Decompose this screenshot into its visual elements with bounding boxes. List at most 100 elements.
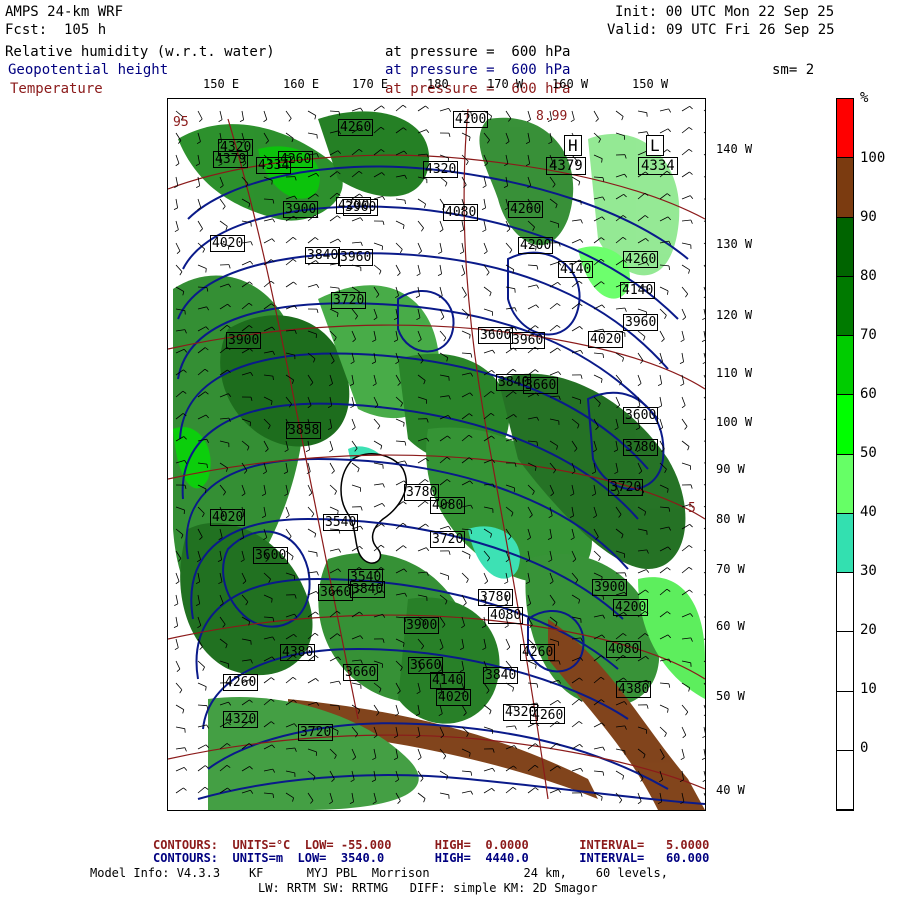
colorbar-tick: 10 — [860, 681, 877, 697]
colorbar-segment — [837, 632, 853, 692]
lon-label-right: 110 W — [716, 366, 753, 380]
height-label: 3780 — [404, 484, 440, 501]
map-panel: 4260 4320 4200 4379 4334 4260 4320 4200 4080 4260… — [167, 98, 706, 811]
temp-label: 95 — [173, 115, 189, 130]
field-rh-title: Relative humidity (w.r.t. water) — [5, 44, 275, 60]
low-symbol: L — [646, 135, 664, 156]
height-label: 4320 — [223, 711, 259, 728]
lon-label-top: 170 W — [487, 77, 524, 91]
height-label: 3960 — [623, 314, 659, 331]
height-label: 3900 — [226, 332, 262, 349]
field-rh-level: at pressure = 600 hPa — [385, 44, 571, 60]
colorbar-segment — [837, 217, 853, 277]
colorbar-segment — [837, 691, 853, 751]
model-title: AMPS 24-km WRF — [5, 4, 124, 20]
height-label: 3720 — [608, 479, 644, 496]
colorbar-segment — [837, 513, 853, 573]
height-label: 3960 — [510, 332, 546, 349]
colorbar-tick: 20 — [860, 622, 877, 638]
lon-label-top: 180 — [427, 77, 449, 91]
height-label: 4200 — [613, 599, 649, 616]
wind-barb-flag — [205, 268, 207, 273]
height-label: 3780 — [623, 439, 659, 456]
colorbar-segment — [837, 336, 853, 396]
lon-label-right: 90 W — [716, 462, 745, 476]
lon-label-right: 80 W — [716, 512, 745, 526]
height-label: 3780 — [478, 589, 514, 606]
height-label: 3660 — [318, 584, 354, 601]
colorbar — [836, 98, 854, 811]
height-label: 3960 — [343, 199, 379, 216]
height-label: 4260 — [338, 119, 374, 136]
height-label: 3840 — [305, 247, 341, 264]
height-label: 3600 — [623, 407, 659, 424]
height-label: 4020 — [588, 331, 624, 348]
colorbar-tick: 50 — [860, 445, 877, 461]
lon-label-right: 70 W — [716, 562, 745, 576]
height-label: 4200 — [518, 237, 554, 254]
colorbar-unit: % — [860, 90, 869, 106]
lon-label-top: 160 E — [283, 77, 320, 91]
height-label: 3720 — [430, 531, 466, 548]
height-label: 4080 — [488, 607, 524, 624]
height-label: 4080 — [443, 204, 479, 221]
height-label: 4260 — [520, 644, 556, 661]
lon-label-right: 50 W — [716, 689, 745, 703]
height-label: 3900 — [404, 617, 440, 634]
high-symbol: H — [564, 135, 582, 156]
height-label: 4020 — [210, 509, 246, 526]
field-temp-title: Temperature — [10, 81, 103, 97]
lon-label-right: 130 W — [716, 237, 753, 251]
colorbar-segment — [837, 99, 853, 159]
lon-label-top: 150 W — [632, 77, 669, 91]
footer-temp-contours: CONTOURS: UNITS=°C LOW= -55.000 HIGH= 0.… — [153, 838, 710, 852]
colorbar-tick: 0 — [860, 740, 869, 756]
colorbar-tick: 90 — [860, 209, 877, 225]
field-height-level: at pressure = 600 hPa — [385, 62, 571, 78]
colorbar-tick: 40 — [860, 504, 877, 520]
height-label: 4200 — [453, 111, 489, 128]
colorbar-tick: 100 — [860, 150, 886, 166]
height-label: 4260 — [530, 707, 566, 724]
height-label: 4380 — [280, 644, 316, 661]
height-label: 4020 — [436, 689, 472, 706]
height-label: 4140 — [558, 261, 594, 278]
height-label: 4260 — [223, 674, 259, 691]
field-temp-level: at pressure = 600 hPa — [385, 81, 571, 97]
lon-label-right: 140 W — [716, 142, 753, 156]
lon-label-top: 150 E — [203, 77, 240, 91]
lon-label-top: 170 E — [352, 77, 389, 91]
height-label: 3720 — [298, 724, 334, 741]
height-label: 4140 — [430, 672, 466, 689]
height-label: 3858 — [286, 422, 322, 439]
forecast-hour: Fcst: 105 h — [5, 22, 107, 38]
height-label: 3960 — [338, 249, 374, 266]
lon-label-top: 160 W — [552, 77, 589, 91]
init-time: Init: 00 UTC Mon 22 Sep 25 — [615, 4, 835, 20]
field-height-title: Geopotential height — [8, 62, 169, 78]
height-label: 3720 — [331, 292, 367, 309]
colorbar-tick: 80 — [860, 268, 877, 284]
height-label: 3540 — [323, 514, 359, 531]
colorbar-segment — [837, 158, 853, 218]
valid-time: Valid: 09 UTC Fri 26 Sep 25 — [607, 22, 835, 38]
colorbar-tick: 60 — [860, 386, 877, 402]
colorbar-segment — [837, 454, 853, 514]
height-label: 4320 — [423, 161, 459, 178]
footer-height-contours: CONTOURS: UNITS=m LOW= 3540.0 HIGH= 4440… — [153, 851, 710, 865]
height-label: 3660 — [408, 657, 444, 674]
height-label: 4140 — [620, 282, 656, 299]
height-label: 4020 — [210, 235, 246, 252]
height-label: 3660 — [343, 664, 379, 681]
smoothing-label: sm= 2 — [772, 62, 815, 78]
lon-label-right: 40 W — [716, 783, 745, 797]
lon-label-right: 120 W — [716, 308, 753, 322]
colorbar-tick: 70 — [860, 327, 877, 343]
colorbar-segment — [837, 395, 853, 455]
colorbar-segment — [837, 573, 853, 633]
height-label: 4260 — [278, 151, 314, 168]
height-label: 4379 — [213, 151, 249, 168]
height-label: 4380 — [616, 681, 652, 698]
footer-physics: LW: RRTM SW: RRTMG DIFF: simple KM: 2D S… — [258, 881, 598, 895]
height-label: 4260 — [508, 201, 544, 218]
